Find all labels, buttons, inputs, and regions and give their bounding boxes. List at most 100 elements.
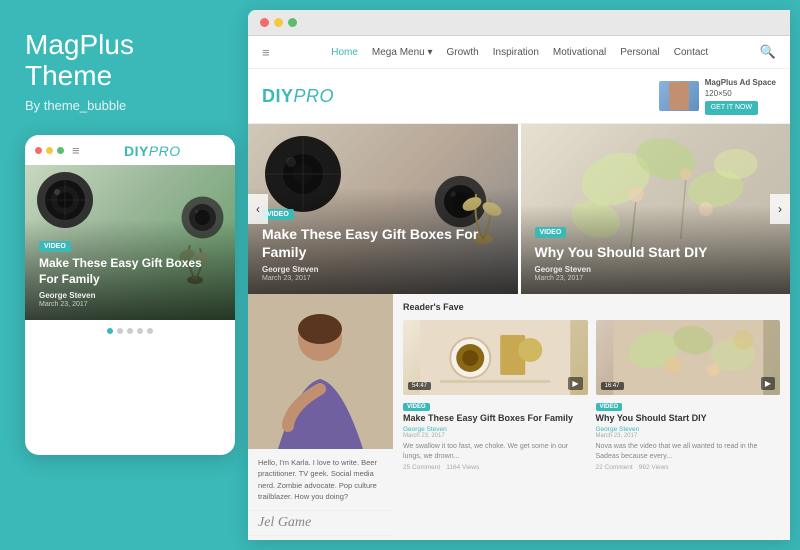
slide-1-author: George Steven bbox=[262, 265, 504, 274]
slide-1-date: March 23, 2017 bbox=[262, 275, 504, 282]
hero-slider: ‹ bbox=[248, 124, 790, 540]
page-dot-3[interactable] bbox=[127, 328, 133, 334]
brand-subtitle: Theme bbox=[25, 61, 228, 92]
bottom-section: Hello, I'm Karla. I love to write. Beer … bbox=[248, 294, 790, 540]
ad-title: MagPlus Ad Space bbox=[705, 78, 776, 87]
fave-1-play-icon: ▶ bbox=[568, 377, 582, 390]
ad-box: MagPlus Ad Space 120×50 GET IT NOW bbox=[659, 77, 776, 115]
nav-hamburger-icon[interactable]: ≡ bbox=[262, 45, 270, 60]
mobile-mockup: ≡ DIYPRO bbox=[25, 135, 235, 455]
fave-2-play-icon: ▶ bbox=[761, 377, 775, 390]
page-dot-1[interactable] bbox=[107, 328, 113, 334]
fave-2-stats: 22 Comment 982 Views bbox=[596, 464, 781, 471]
brand-author: By theme_bubble bbox=[25, 98, 228, 113]
browser-chrome bbox=[248, 10, 790, 36]
fave-post-2: ▶ 16:47 VIDEO Why You Should Start DIY G… bbox=[596, 320, 781, 471]
bottom-tabs: ↑ Trending ★ Popular bbox=[248, 535, 393, 540]
browser-dot-red[interactable] bbox=[260, 18, 269, 27]
fave-1-title[interactable]: Make These Easy Gift Boxes For Family bbox=[403, 413, 588, 425]
brand-title: MagPlus Theme bbox=[25, 30, 228, 92]
fave-1-badge: VIDEO bbox=[403, 403, 430, 411]
fave-2-views: 982 Views bbox=[639, 464, 669, 471]
fave-post-1-image: ▶ 54:47 bbox=[403, 320, 588, 395]
ad-size: 120×50 bbox=[705, 89, 732, 98]
site-nav: ≡ Home Mega Menu ▾ Growth Inspiration Mo… bbox=[248, 36, 790, 69]
slide-2-overlay: VIDEO Why You Should Start DIY George St… bbox=[521, 205, 791, 294]
mobile-overlay: VIDEO Make These Easy Gift Boxes For Fam… bbox=[25, 219, 235, 319]
ad-text: MagPlus Ad Space 120×50 GET IT NOW bbox=[705, 77, 776, 115]
browser-dot-green[interactable] bbox=[288, 18, 297, 27]
mobile-dot-yellow bbox=[46, 147, 53, 154]
fave-1-stats: 25 Comment 1164 Views bbox=[403, 464, 588, 471]
fave-1-comments: 25 Comment bbox=[403, 464, 440, 471]
fave-2-comments: 22 Comment bbox=[596, 464, 633, 471]
slide-2-date: March 23, 2017 bbox=[535, 275, 777, 282]
site-header: DIYPRO MagPlus Ad Space 120×50 GET IT NO… bbox=[248, 69, 790, 124]
mobile-pagination bbox=[25, 320, 235, 342]
fave-1-views: 1164 Views bbox=[446, 464, 479, 471]
about-text-box: Hello, I'm Karla. I love to write. Beer … bbox=[248, 449, 393, 511]
nav-link-motivational[interactable]: Motivational bbox=[553, 47, 606, 58]
bottom-left: Hello, I'm Karla. I love to write. Beer … bbox=[248, 294, 393, 540]
ad-button[interactable]: GET IT NOW bbox=[705, 101, 758, 115]
page-dot-2[interactable] bbox=[117, 328, 123, 334]
mobile-dots bbox=[35, 147, 64, 154]
fave-2-badge: VIDEO bbox=[596, 403, 623, 411]
portrait-image bbox=[248, 294, 393, 449]
nav-link-mega[interactable]: Mega Menu ▾ bbox=[372, 47, 433, 58]
slide-2: VIDEO Why You Should Start DIY George St… bbox=[521, 124, 791, 294]
signature-text: Jel Game bbox=[258, 515, 311, 530]
nav-link-inspiration[interactable]: Inspiration bbox=[493, 47, 539, 58]
mobile-logo: DIYPRO bbox=[124, 143, 181, 159]
about-signature: Jel Game bbox=[248, 511, 393, 535]
readers-fave-title: Reader's Fave bbox=[403, 302, 780, 312]
fave-2-time-badge: 16:47 bbox=[601, 382, 624, 390]
fave-2-author-name: George Steven bbox=[596, 426, 640, 433]
slide-1-overlay: VIDEO Make These Easy Gift Boxes For Fam… bbox=[248, 187, 518, 294]
search-icon[interactable]: 🔍 bbox=[760, 44, 776, 60]
brand-name: MagPlus bbox=[25, 30, 228, 61]
slide-2-badge: VIDEO bbox=[535, 227, 567, 238]
ad-person bbox=[669, 82, 689, 110]
left-panel: MagPlus Theme By theme_bubble ≡ DIYPRO bbox=[0, 0, 248, 550]
nav-links: Home Mega Menu ▾ Growth Inspiration Moti… bbox=[280, 47, 760, 58]
nav-link-personal[interactable]: Personal bbox=[620, 47, 659, 58]
mobile-dot-green bbox=[57, 147, 64, 154]
slide-1-title: Make These Easy Gift Boxes For Family bbox=[262, 225, 504, 261]
fave-1-author-name: George Steven bbox=[403, 426, 447, 433]
fave-1-excerpt: We swallow it too fast, we choke. We get… bbox=[403, 442, 588, 462]
fave-2-title[interactable]: Why You Should Start DIY bbox=[596, 413, 781, 425]
browser-panel: ≡ Home Mega Menu ▾ Growth Inspiration Mo… bbox=[248, 10, 790, 540]
mobile-top-bar: ≡ DIYPRO bbox=[25, 135, 235, 165]
fave-2-excerpt: Nova was the video that we all wanted to… bbox=[596, 442, 781, 462]
ad-image bbox=[659, 81, 699, 111]
readers-fave: Reader's Fave bbox=[393, 294, 790, 540]
fave-1-author: George Steven bbox=[403, 426, 588, 433]
slide-2-title: Why You Should Start DIY bbox=[535, 243, 777, 261]
nav-link-growth[interactable]: Growth bbox=[447, 47, 479, 58]
slide-1: VIDEO Make These Easy Gift Boxes For Fam… bbox=[248, 124, 518, 294]
about-text: Hello, I'm Karla. I love to write. Beer … bbox=[258, 458, 377, 501]
fave-posts: ▶ 54:47 VIDEO Make These Easy Gift Boxes… bbox=[403, 320, 780, 471]
fave-post-1: ▶ 54:47 VIDEO Make These Easy Gift Boxes… bbox=[403, 320, 588, 471]
site-content: ‹ bbox=[248, 124, 790, 540]
slider-next-button[interactable]: › bbox=[770, 194, 790, 224]
slide-2-author: George Steven bbox=[535, 265, 777, 274]
slider-prev-button[interactable]: ‹ bbox=[248, 194, 268, 224]
nav-link-contact[interactable]: Contact bbox=[674, 47, 708, 58]
browser-dot-yellow[interactable] bbox=[274, 18, 283, 27]
page-dot-5[interactable] bbox=[147, 328, 153, 334]
mobile-post-author: George Steven bbox=[39, 291, 221, 300]
fave-2-author: George Steven bbox=[596, 426, 781, 433]
fave-1-time-badge: 54:47 bbox=[408, 382, 431, 390]
slider-wrapper: ‹ bbox=[248, 124, 790, 294]
mobile-post-title: Make These Easy Gift Boxes For Family bbox=[39, 256, 221, 287]
mobile-menu-icon[interactable]: ≡ bbox=[72, 143, 80, 158]
fave-2-date: March 23, 2017 bbox=[596, 433, 781, 439]
fave-1-date: March 23, 2017 bbox=[403, 433, 588, 439]
page-dot-4[interactable] bbox=[137, 328, 143, 334]
mobile-badge: VIDEO bbox=[39, 241, 71, 252]
site-logo: DIYPRO bbox=[262, 86, 334, 107]
nav-link-home[interactable]: Home bbox=[331, 47, 358, 58]
browser-dots bbox=[260, 18, 297, 27]
